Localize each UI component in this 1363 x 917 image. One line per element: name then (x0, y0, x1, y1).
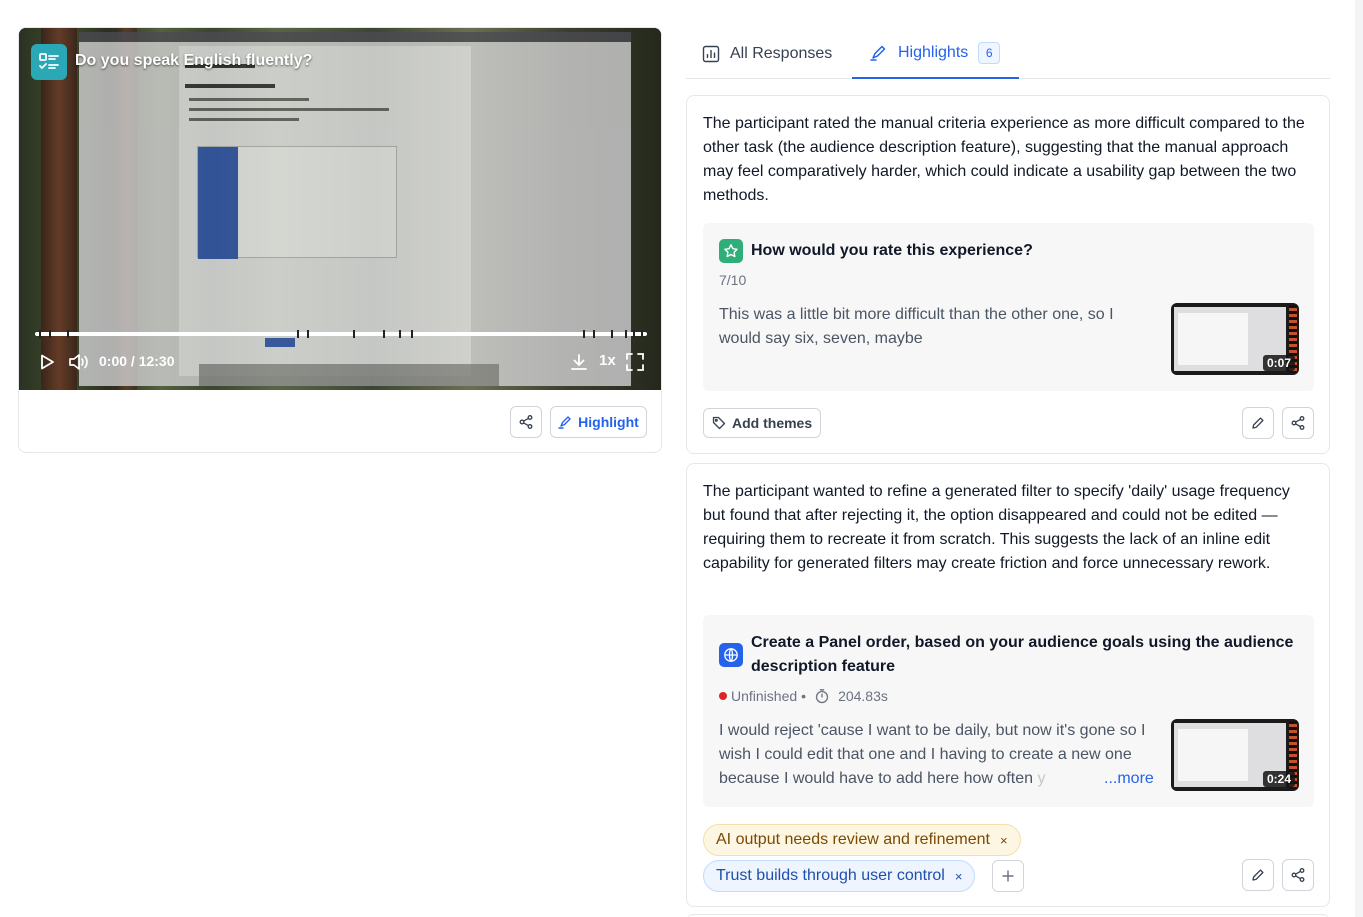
question-title: Create a Panel order, based on your audi… (751, 634, 1294, 675)
add-theme-button[interactable] (992, 860, 1024, 892)
menu-bar (79, 32, 631, 42)
timeline-marker (383, 330, 385, 338)
edit-button[interactable] (1242, 407, 1274, 439)
doc-sidebar (198, 147, 238, 259)
share-button[interactable] (510, 406, 542, 438)
status-dot (719, 692, 727, 700)
timeline-marker (411, 330, 413, 338)
play-icon[interactable] (37, 352, 57, 372)
video-time: 0:00 / 12:30 (99, 353, 175, 369)
highlight-card: The participant rated the manual criteri… (686, 95, 1330, 454)
status-separator: • (801, 688, 807, 704)
highlight-summary: The participant rated the manual criteri… (703, 115, 1305, 204)
rating-value: 7/10 (719, 272, 746, 288)
share-icon (1291, 868, 1305, 882)
highlighter-icon (558, 416, 571, 429)
highlighter-icon (870, 45, 886, 61)
add-themes-label: Add themes (732, 415, 813, 431)
quote-text: I would reject 'cause I want to be daily… (719, 722, 1146, 787)
response-block: How would you rate this experience? 7/10… (703, 223, 1314, 391)
share-button[interactable] (1282, 407, 1314, 439)
download-icon[interactable] (569, 352, 589, 372)
response-block: Create a Panel order, based on your audi… (703, 615, 1314, 807)
timeline-marker (39, 330, 41, 338)
tab-bar: All Responses Highlights 6 (686, 28, 1330, 79)
timeline-marker (67, 330, 69, 338)
doc-screenshot (197, 146, 397, 259)
edit-button[interactable] (1242, 859, 1274, 891)
share-icon (519, 415, 533, 429)
tag-icon (712, 416, 726, 430)
thumbnail-duration: 0:07 (1262, 355, 1295, 371)
thumbnail-window (1178, 729, 1248, 781)
question-title: How would you rate this experience? (751, 242, 1033, 259)
tab-highlights[interactable]: Highlights 6 (852, 28, 1019, 79)
plus-icon (1002, 870, 1014, 882)
timeline-marker (353, 330, 355, 338)
video-title: Do you speak English fluently? (75, 52, 313, 69)
response-duration: 204.83s (838, 688, 888, 704)
share-button[interactable] (1282, 859, 1314, 891)
highlight-button[interactable]: Highlight (550, 406, 647, 438)
timeline-marker (583, 330, 585, 338)
quote-fade: y (1037, 770, 1046, 787)
theme-tag-label: AI output needs review and refinement (716, 831, 990, 848)
timeline-marker (593, 330, 595, 338)
doc-line (189, 118, 299, 121)
share-icon (1291, 416, 1305, 430)
theme-tag[interactable]: AI output needs review and refinement × (703, 824, 1021, 856)
playback-speed[interactable]: 1x (599, 352, 616, 369)
tab-highlights-label: Highlights (898, 43, 969, 61)
show-more-link[interactable]: ...more (1100, 767, 1154, 791)
pencil-icon (1252, 417, 1264, 429)
timer-icon (815, 689, 829, 704)
theme-tag-label: Trust builds through user control (716, 867, 945, 884)
highlight-card: The participant wanted to refine a gener… (686, 463, 1330, 907)
response-status: Unfinished • 204.83s (719, 688, 888, 704)
tab-all-responses-label: All Responses (730, 44, 833, 62)
pencil-icon (1252, 869, 1264, 881)
video-thumbnail[interactable]: 0:07 (1171, 303, 1299, 375)
timeline-marker (297, 330, 299, 338)
bar-chart-icon (702, 45, 720, 62)
doc-line (189, 108, 389, 111)
theme-tag[interactable]: Trust builds through user control × (703, 860, 976, 892)
star-icon (719, 239, 743, 263)
fullscreen-icon[interactable] (624, 351, 646, 373)
response-quote: This was a little bit more difficult tha… (719, 306, 1114, 347)
highlight-summary: The participant wanted to refine a gener… (703, 483, 1290, 572)
document (179, 46, 471, 376)
doc-heading (185, 84, 275, 88)
volume-icon[interactable] (67, 352, 91, 372)
timeline-marker (625, 330, 627, 338)
doc-line (189, 98, 309, 101)
highlights-count-badge: 6 (978, 41, 1001, 64)
video-player[interactable]: Do you speak English fluently? 0:00 / 12… (19, 28, 661, 390)
scrollbar[interactable] (1355, 0, 1363, 917)
highlight-button-label: Highlight (578, 414, 639, 430)
timeline-marker (49, 330, 51, 338)
rating-text: 7/10 (719, 272, 747, 288)
response-quote: I would reject 'cause I want to be daily… (719, 719, 1159, 791)
timeline-marker (307, 330, 309, 338)
thumbnail-duration: 0:24 (1262, 771, 1295, 787)
add-themes-button[interactable]: Add themes (703, 408, 822, 438)
close-icon[interactable]: × (1000, 833, 1008, 848)
timeline-marker (611, 330, 613, 338)
video-timeline[interactable] (35, 330, 647, 338)
video-controls: 0:00 / 12:30 1x (19, 346, 661, 376)
timeline-marker (399, 330, 401, 338)
status-text: Unfinished (731, 688, 798, 704)
video-thumbnail[interactable]: 0:24 (1171, 719, 1299, 791)
checklist-icon (31, 44, 67, 80)
timeline-marker (633, 330, 635, 338)
tab-all-responses[interactable]: All Responses (702, 28, 832, 79)
video-card: Do you speak English fluently? 0:00 / 12… (18, 27, 662, 453)
timeline-marker (641, 330, 643, 338)
close-icon[interactable]: × (955, 869, 963, 884)
thumbnail-window (1178, 313, 1248, 365)
globe-icon (719, 643, 743, 667)
